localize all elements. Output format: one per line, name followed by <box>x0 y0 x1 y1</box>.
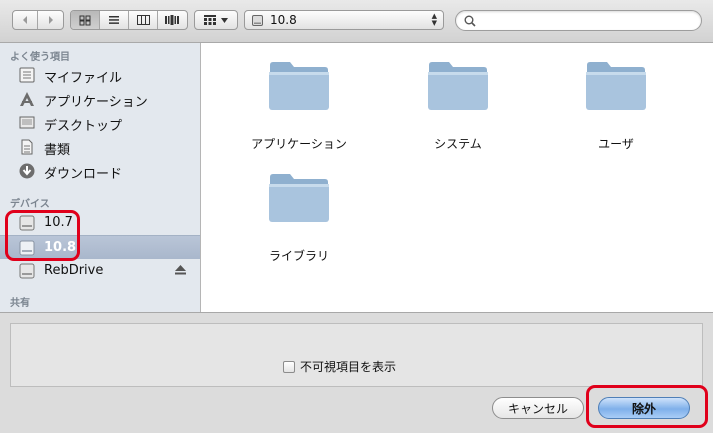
icon-view-button[interactable] <box>71 11 100 29</box>
options-panel: 不可視項目を表示 <box>10 323 703 387</box>
applications-icon <box>20 92 34 106</box>
arrange-grid-icon <box>204 15 216 25</box>
sidebar-item-my-files[interactable]: マイファイル <box>0 63 200 87</box>
column-view-button[interactable] <box>129 11 158 29</box>
drive-icon <box>19 240 35 256</box>
search-icon <box>464 15 476 27</box>
folder-library[interactable]: ライブラリ <box>239 171 359 271</box>
arrange-button[interactable] <box>194 10 238 30</box>
sidebar-item-label: 10.7 <box>44 215 73 230</box>
icon-view-icon <box>79 15 91 25</box>
sidebar-item-label: 書類 <box>44 143 71 158</box>
folder-icon <box>269 174 329 222</box>
folder-system[interactable]: システム <box>398 59 518 159</box>
back-button[interactable] <box>13 11 39 29</box>
folder-name: ライブラリ <box>268 249 329 263</box>
sidebar-item-documents[interactable]: 書類 <box>0 135 200 159</box>
sidebar-item-rebdrive[interactable]: RebDrive <box>0 259 200 283</box>
arrange-button-content <box>195 11 237 29</box>
sidebar-item-disk-108[interactable]: 10.8 <box>0 235 200 259</box>
bottom-panel: 不可視項目を表示 キャンセル 除外 <box>0 312 713 433</box>
documents-icon <box>21 139 33 155</box>
desktop-icon <box>19 116 35 129</box>
sidebar-item-label: アプリケーション <box>44 95 148 110</box>
view-mode-control <box>70 10 188 30</box>
folder-name: システム <box>434 137 482 151</box>
location-label: 10.8 <box>270 13 297 27</box>
location-popup[interactable]: 10.8 ▲ ▼ <box>244 10 444 30</box>
sidebar-item-label: 10.8 <box>44 240 77 255</box>
coverflow-view-icon <box>165 15 180 25</box>
location-drive-icon <box>251 11 264 29</box>
folder-applications[interactable]: アプリケーション <box>239 59 359 159</box>
devices-section-title: デバイス <box>10 199 50 210</box>
nav-buttons <box>12 10 64 30</box>
sidebar-item-label: マイファイル <box>44 71 123 86</box>
drive-icon <box>19 215 35 231</box>
cancel-button[interactable]: キャンセル <box>492 397 584 419</box>
drive-icon <box>19 263 35 279</box>
forward-button[interactable] <box>38 11 63 29</box>
coverflow-view-button[interactable] <box>158 11 187 29</box>
folder-icon <box>269 62 329 110</box>
list-view-button[interactable] <box>100 11 129 29</box>
my-files-icon <box>19 67 35 83</box>
remove-button[interactable]: 除外 <box>598 397 690 419</box>
folder-name: アプリケーション <box>251 137 347 151</box>
chevron-down-icon <box>221 17 228 23</box>
sidebar-item-label: ダウンロード <box>44 167 123 182</box>
show-invisible-checkbox[interactable] <box>283 360 295 373</box>
chevron-right-icon <box>48 16 53 24</box>
sidebar-item-downloads[interactable]: ダウンロード <box>0 159 200 183</box>
show-invisible-option[interactable]: 不可視項目を表示 <box>283 358 396 375</box>
folder-users[interactable]: ユーザ <box>556 59 676 159</box>
show-invisible-label: 不可視項目を表示 <box>300 360 397 374</box>
sidebar-item-label: デスクトップ <box>44 119 123 134</box>
toolbar: 10.8 ▲ ▼ <box>0 0 713 43</box>
shared-section-title: 共有 <box>10 298 30 309</box>
updown-arrows-icon: ▲ ▼ <box>431 12 437 27</box>
folder-icon <box>428 62 488 110</box>
folder-name: ユーザ <box>598 137 634 151</box>
sidebar: よく使う項目 マイファイル アプリケーション デスクトップ 書類 ダウンロード … <box>0 43 201 312</box>
file-browser: アプリケーション システム ユーザ ライブラリ <box>201 43 713 312</box>
sidebar-item-applications[interactable]: アプリケーション <box>0 87 200 111</box>
column-view-icon <box>136 15 150 25</box>
sidebar-item-desktop[interactable]: デスクトップ <box>0 111 200 135</box>
search-input[interactable] <box>478 12 697 31</box>
chevron-left-icon <box>23 16 27 24</box>
list-view-icon <box>109 16 119 24</box>
eject-icon[interactable] <box>175 265 186 275</box>
folder-icon <box>586 62 646 110</box>
downloads-icon <box>19 163 35 179</box>
sidebar-item-disk-107[interactable]: 10.7 <box>0 211 200 235</box>
favorites-section-title: よく使う項目 <box>10 52 70 63</box>
sidebar-item-label: RebDrive <box>44 263 104 278</box>
search-field[interactable] <box>455 10 702 31</box>
drive-icon <box>252 14 263 26</box>
